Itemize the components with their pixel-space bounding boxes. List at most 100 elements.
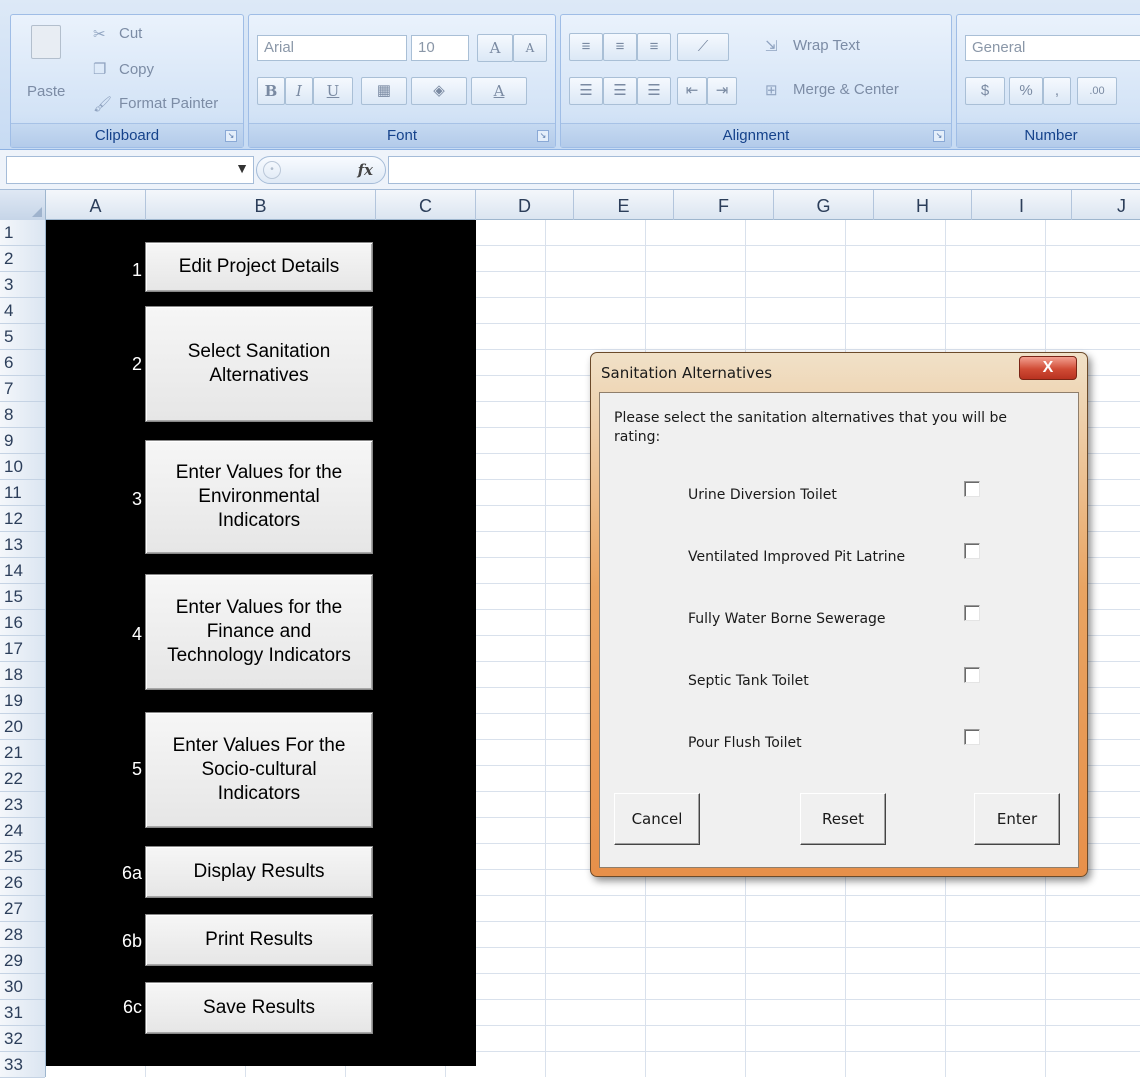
paste-button[interactable]: Paste [17, 21, 77, 105]
column-header-j[interactable]: J [1072, 190, 1140, 220]
row-header[interactable]: 18 [0, 662, 45, 688]
row-header[interactable]: 16 [0, 610, 45, 636]
row-header[interactable]: 1 [0, 220, 45, 246]
print-results-button[interactable]: Print Results [145, 914, 373, 966]
percent-button[interactable]: % [1009, 77, 1043, 105]
shrink-font-button[interactable]: A [513, 34, 547, 62]
top-align-button[interactable]: ≡ [569, 33, 603, 61]
align-right-button[interactable]: ☰ [637, 77, 671, 105]
column-header-h[interactable]: H [874, 190, 972, 220]
row-header[interactable]: 11 [0, 480, 45, 506]
septic-tank-toilet-checkbox[interactable] [964, 667, 980, 683]
underline-button[interactable]: U [313, 77, 353, 105]
row-header[interactable]: 4 [0, 298, 45, 324]
water-borne-sewerage-checkbox[interactable] [964, 605, 980, 621]
font-color-button[interactable]: A [471, 77, 527, 105]
increase-decimal-button[interactable]: .00 [1077, 77, 1117, 105]
row-header[interactable]: 15 [0, 584, 45, 610]
column-header-f[interactable]: F [674, 190, 774, 220]
row-header[interactable]: 17 [0, 636, 45, 662]
row-header[interactable]: 5 [0, 324, 45, 350]
row-header[interactable]: 26 [0, 870, 45, 896]
row-header[interactable]: 12 [0, 506, 45, 532]
row-header[interactable]: 33 [0, 1052, 45, 1078]
step-number: 6c [122, 997, 142, 1017]
save-results-button[interactable]: Save Results [145, 982, 373, 1034]
merge-center-button[interactable]: Merge & Center [793, 81, 899, 98]
row-header[interactable]: 13 [0, 532, 45, 558]
row-header[interactable]: 20 [0, 714, 45, 740]
fill-color-button[interactable]: ◈ [411, 77, 467, 105]
row-header[interactable]: 21 [0, 740, 45, 766]
column-header-c[interactable]: C [376, 190, 476, 220]
borders-button[interactable]: ▦ [361, 77, 407, 105]
name-box[interactable]: ▼ [6, 156, 254, 184]
display-results-button[interactable]: Display Results [145, 846, 373, 898]
row-header[interactable]: 2 [0, 246, 45, 272]
row-header[interactable]: 7 [0, 376, 45, 402]
align-left-button[interactable]: ☰ [569, 77, 603, 105]
bold-button[interactable]: B [257, 77, 285, 105]
select-all-button[interactable] [0, 190, 46, 220]
accounting-format-button[interactable]: $ [965, 77, 1005, 105]
formula-input[interactable] [388, 156, 1140, 184]
format-painter-button[interactable]: Format Painter [119, 95, 218, 112]
row-header[interactable]: 28 [0, 922, 45, 948]
row-header[interactable]: 27 [0, 896, 45, 922]
increase-indent-button[interactable]: ⇥ [707, 77, 737, 105]
pour-flush-toilet-checkbox[interactable] [964, 729, 980, 745]
center-button[interactable]: ☰ [603, 77, 637, 105]
row-header[interactable]: 14 [0, 558, 45, 584]
row-header[interactable]: 25 [0, 844, 45, 870]
font-launcher-icon[interactable]: ↘ [537, 130, 549, 142]
copy-button[interactable]: Copy [119, 61, 154, 78]
row-header[interactable]: 32 [0, 1026, 45, 1052]
middle-align-button[interactable]: ≡ [603, 33, 637, 61]
font-name-select[interactable]: Arial [257, 35, 407, 61]
column-header-i[interactable]: I [972, 190, 1072, 220]
select-sanitation-alternatives-button[interactable]: Select Sanitation Alternatives [145, 306, 373, 422]
edit-project-details-button[interactable]: Edit Project Details [145, 242, 373, 292]
row-header[interactable]: 29 [0, 948, 45, 974]
cancel-button[interactable]: Cancel [614, 793, 700, 845]
socio-cultural-indicators-button[interactable]: Enter Values For the Socio-cultural Indi… [145, 712, 373, 828]
row-header[interactable]: 22 [0, 766, 45, 792]
row-header[interactable]: 6 [0, 350, 45, 376]
vip-latrine-checkbox[interactable] [964, 543, 980, 559]
number-format-select[interactable]: General [965, 35, 1140, 61]
row-header[interactable]: 3 [0, 272, 45, 298]
orientation-button[interactable]: ⟋ [677, 33, 729, 61]
insert-function-icon[interactable]: fx [358, 161, 373, 179]
enter-button[interactable]: Enter [974, 793, 1060, 845]
clipboard-launcher-icon[interactable]: ↘ [225, 130, 237, 142]
wrap-text-button[interactable]: Wrap Text [793, 37, 860, 54]
row-header[interactable]: 31 [0, 1000, 45, 1026]
decrease-indent-button[interactable]: ⇤ [677, 77, 707, 105]
comma-button[interactable]: , [1043, 77, 1071, 105]
bottom-align-button[interactable]: ≡ [637, 33, 671, 61]
column-header-d[interactable]: D [476, 190, 574, 220]
column-header-g[interactable]: G [774, 190, 874, 220]
row-header[interactable]: 23 [0, 792, 45, 818]
row-header[interactable]: 10 [0, 454, 45, 480]
column-header-a[interactable]: A [46, 190, 146, 220]
close-button[interactable]: X [1019, 356, 1077, 380]
environmental-indicators-button[interactable]: Enter Values for the Environmental Indic… [145, 440, 373, 554]
font-size-select[interactable]: 10 [411, 35, 469, 61]
alignment-launcher-icon[interactable]: ↘ [933, 130, 945, 142]
row-header[interactable]: 30 [0, 974, 45, 1000]
finance-technology-indicators-button[interactable]: Enter Values for the Finance and Technol… [145, 574, 373, 690]
urine-diversion-toilet-checkbox[interactable] [964, 481, 980, 497]
column-header-b[interactable]: B [146, 190, 376, 220]
expand-formula-icon[interactable]: • [263, 161, 281, 179]
cut-button[interactable]: Cut [119, 25, 142, 42]
chevron-down-icon[interactable]: ▼ [235, 160, 249, 176]
column-header-e[interactable]: E [574, 190, 674, 220]
row-header[interactable]: 24 [0, 818, 45, 844]
row-header[interactable]: 8 [0, 402, 45, 428]
row-header[interactable]: 19 [0, 688, 45, 714]
row-header[interactable]: 9 [0, 428, 45, 454]
reset-button[interactable]: Reset [800, 793, 886, 845]
grow-font-button[interactable]: A [477, 34, 513, 62]
italic-button[interactable]: I [285, 77, 313, 105]
